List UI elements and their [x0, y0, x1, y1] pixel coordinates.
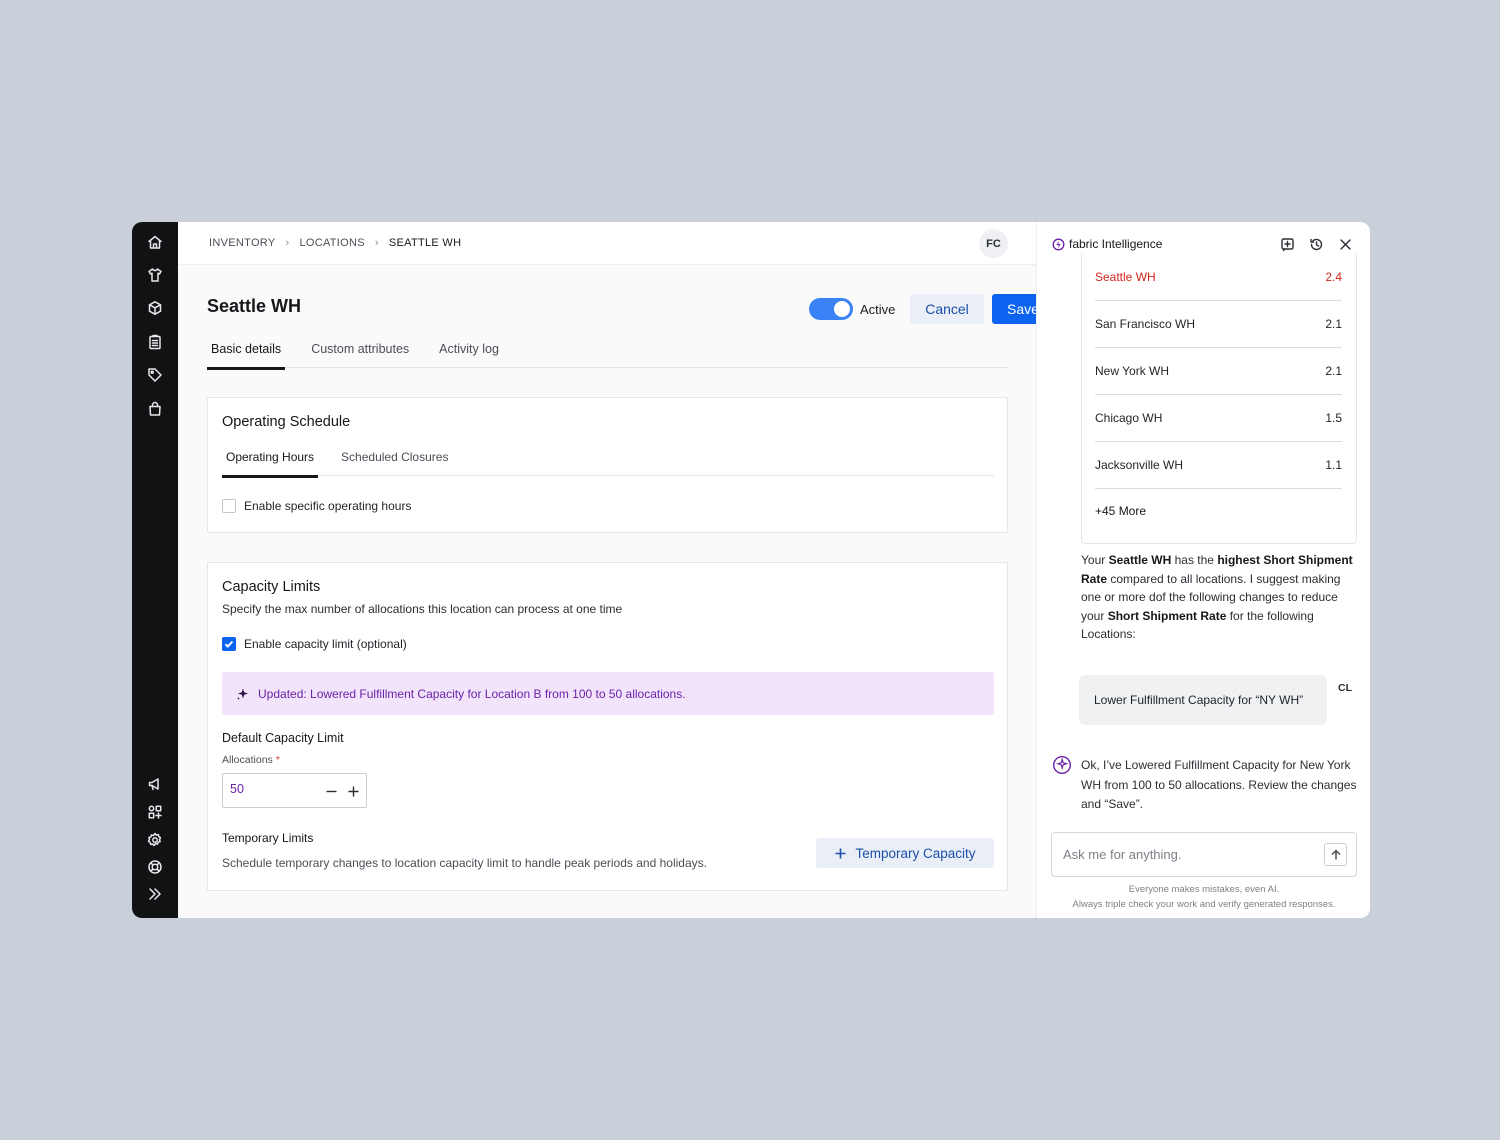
chevron-right-icon: ›: [374, 237, 379, 249]
rate-location-name: Jacksonville WH: [1095, 458, 1184, 472]
allocations-label-text: Allocations: [222, 754, 273, 766]
breadcrumb: INVENTORY › LOCATIONS › SEATTLE WH: [209, 237, 461, 249]
sparkle-icon: [237, 688, 248, 700]
breadcrumb-inventory[interactable]: INVENTORY: [209, 237, 275, 249]
apps-icon[interactable]: [145, 802, 165, 822]
operating-schedule-title: Operating Schedule: [222, 414, 351, 430]
plus-icon: [835, 848, 846, 858]
minus-icon[interactable]: [323, 782, 339, 800]
fabric-logo-icon: [1052, 238, 1065, 250]
ai-message: Your Seattle WH has the highest Short Sh…: [1081, 551, 1361, 644]
operating-hours-checkbox[interactable]: [222, 499, 236, 513]
temporary-capacity-button[interactable]: Temporary Capacity: [816, 838, 994, 868]
capacity-checkbox-row: Enable capacity limit (optional): [222, 637, 407, 651]
tab-custom-attributes[interactable]: Custom attributes: [307, 340, 413, 368]
list-item[interactable]: Chicago WH 1.5: [1095, 395, 1342, 442]
update-banner-text: Updated: Lowered Fulfillment Capacity fo…: [258, 686, 686, 701]
tag-icon[interactable]: [145, 365, 165, 385]
user-message: Lower Fulfillment Capacity for “NY WH”: [1079, 675, 1327, 725]
ai-reply: Ok, I’ve Lowered Fulfillment Capacity fo…: [1081, 758, 1357, 811]
subtab-scheduled-closures[interactable]: Scheduled Closures: [337, 448, 452, 476]
capacity-description: Specify the max number of allocations th…: [222, 602, 623, 616]
disclaimer-line-1: Everyone makes mistakes, even AI.: [1128, 884, 1280, 895]
user-avatar[interactable]: FC: [979, 229, 1008, 258]
rate-location-name: San Francisco WH: [1095, 317, 1196, 331]
rate-location-name: Chicago WH: [1095, 411, 1163, 425]
app-window: INVENTORY › LOCATIONS › SEATTLE WH FC Se…: [132, 222, 1370, 918]
subtab-operating-hours[interactable]: Operating Hours: [222, 448, 319, 478]
expand-icon[interactable]: [145, 884, 165, 904]
default-capacity-label: Default Capacity Limit: [222, 731, 344, 745]
new-chat-icon[interactable]: [1278, 235, 1296, 253]
ai-avatar-icon: [1052, 755, 1072, 775]
required-mark: *: [275, 754, 280, 766]
disclaimer-line-2: Always triple check your work and verify…: [1072, 899, 1336, 910]
box-icon[interactable]: [145, 298, 165, 318]
short-shipment-rate-list: Seattle WH 2.4 San Francisco WH 2.1 New …: [1081, 254, 1357, 544]
cancel-button[interactable]: Cancel: [910, 294, 984, 324]
temporary-limits-description: Schedule temporary changes to location c…: [222, 856, 707, 870]
checkmark-icon: [224, 640, 234, 648]
temporary-limits-title: Temporary Limits: [222, 831, 314, 845]
operating-schedule-card: Operating Schedule Operating Hours Sched…: [207, 397, 1008, 533]
clipboard-icon[interactable]: [145, 332, 165, 352]
main-content: INVENTORY › LOCATIONS › SEATTLE WH FC Se…: [178, 222, 1054, 918]
update-banner: Updated: Lowered Fulfillment Capacity fo…: [222, 672, 994, 715]
capacity-limits-title: Capacity Limits: [222, 579, 321, 595]
page-title: Seattle WH: [207, 296, 302, 316]
capacity-limits-card: Capacity Limits Specify the max number o…: [207, 562, 1008, 891]
page-tabs: Basic details Custom attributes Activity…: [207, 340, 1008, 370]
tab-activity-log[interactable]: Activity log: [435, 340, 503, 368]
capacity-checkbox-label: Enable capacity limit (optional): [244, 637, 407, 651]
close-icon[interactable]: [1336, 235, 1354, 253]
ai-panel: fabric Intelligence Seattle WH 2.4 San F…: [1036, 222, 1370, 918]
list-item[interactable]: Jacksonville WH 1.1: [1095, 442, 1342, 489]
help-icon[interactable]: [145, 857, 165, 877]
send-icon[interactable]: [1324, 843, 1347, 866]
rate-value: 1.1: [1325, 458, 1342, 472]
home-icon[interactable]: [145, 232, 165, 252]
more-locations-link[interactable]: +45 More: [1095, 504, 1146, 518]
operating-hours-checkbox-row: Enable specific operating hours: [222, 499, 411, 513]
allocations-input[interactable]: [230, 782, 310, 796]
top-bar: INVENTORY › LOCATIONS › SEATTLE WH FC: [178, 222, 1036, 265]
temporary-capacity-label: Temporary Capacity: [855, 845, 976, 861]
rate-value: 1.5: [1325, 411, 1342, 425]
operating-hours-checkbox-label: Enable specific operating hours: [244, 499, 412, 513]
allocations-label: Allocations *: [222, 754, 280, 766]
rate-location-name: New York WH: [1095, 364, 1170, 378]
megaphone-icon[interactable]: [145, 774, 165, 794]
ai-message-bold: Short Shipment Rate: [1107, 608, 1227, 623]
ai-brand: fabric Intelligence: [1052, 237, 1162, 251]
ai-message-bold: Seattle WH: [1108, 553, 1172, 567]
list-item[interactable]: New York WH 2.1: [1095, 348, 1342, 395]
rate-value: 2.4: [1325, 270, 1342, 284]
shirt-icon[interactable]: [145, 265, 165, 285]
ai-message-text: has the: [1171, 553, 1218, 567]
sidebar: [132, 222, 178, 918]
tab-basic-details[interactable]: Basic details: [207, 340, 286, 370]
rate-value: 2.1: [1325, 317, 1342, 331]
rate-location-name: Seattle WH: [1095, 270, 1156, 284]
active-toggle-label: Active: [860, 302, 896, 317]
breadcrumb-current: SEATTLE WH: [388, 237, 462, 249]
list-item[interactable]: San Francisco WH 2.1: [1095, 301, 1342, 348]
ai-message-text: Your: [1081, 553, 1109, 567]
active-toggle[interactable]: [809, 298, 853, 320]
plus-icon[interactable]: [345, 782, 361, 800]
bag-icon[interactable]: [145, 399, 165, 419]
rate-value: 2.1: [1325, 364, 1342, 378]
ai-brand-name: fabric Intelligence: [1069, 237, 1163, 251]
chevron-right-icon: ›: [285, 237, 290, 249]
allocations-stepper: [222, 773, 367, 808]
breadcrumb-locations[interactable]: LOCATIONS: [299, 237, 364, 249]
chat-input[interactable]: [1063, 847, 1303, 862]
history-icon[interactable]: [1307, 235, 1325, 253]
user-avatar-cl: CL: [1338, 682, 1352, 694]
gear-icon[interactable]: [145, 830, 165, 850]
list-item[interactable]: Seattle WH 2.4: [1095, 254, 1342, 301]
chat-input-box: [1051, 832, 1357, 877]
capacity-checkbox[interactable]: [222, 637, 236, 651]
schedule-subtabs: Operating Hours Scheduled Closures: [222, 448, 994, 478]
